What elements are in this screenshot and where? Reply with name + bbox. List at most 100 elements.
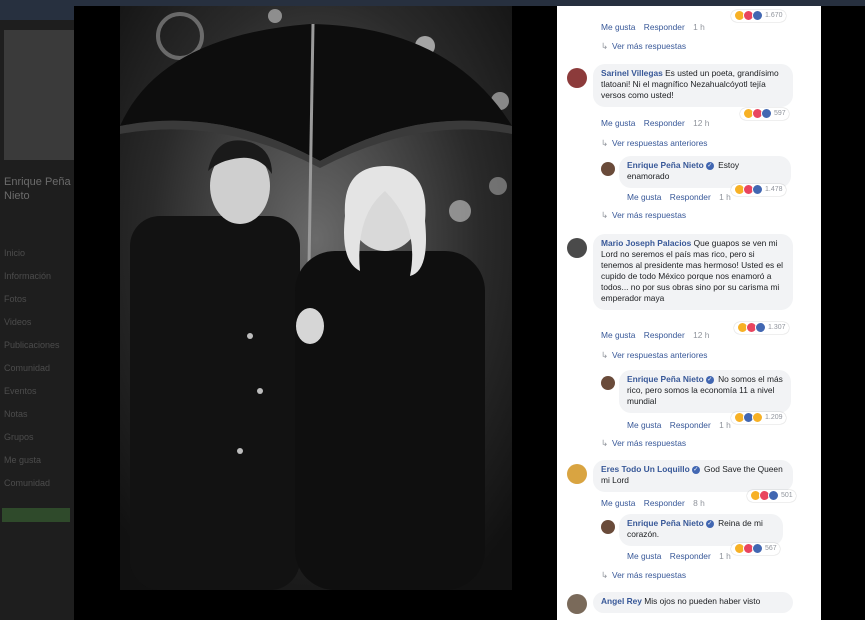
comment-bubble: Angel Rey Mis ojos no pueden haber visto <box>593 592 793 613</box>
like-link[interactable]: Me gusta <box>601 498 635 508</box>
reaction-number: 1.307 <box>768 324 786 332</box>
comment-actions: Me gusta Responder 1 h <box>627 551 737 561</box>
reaction-count[interactable]: 1.209 <box>731 412 786 424</box>
background-nav: Inicio Información Fotos Videos Publicac… <box>4 242 70 495</box>
comment-actions: Me gusta Responder 1 h <box>627 192 737 202</box>
comments-panel: Me gusta Responder 1 h 1.670 ↳ Ver más re… <box>557 6 821 620</box>
avatar[interactable] <box>567 594 587 614</box>
reaction-number: 1.478 <box>765 186 783 194</box>
comment-author[interactable]: Enrique Peña Nieto <box>627 518 704 528</box>
like-link[interactable]: Me gusta <box>627 420 661 430</box>
wow-icon <box>752 412 763 423</box>
reaction-number: 567 <box>765 545 777 553</box>
previous-replies-label: Ver respuestas anteriores <box>612 138 708 148</box>
avatar[interactable] <box>601 376 615 390</box>
verified-badge-icon: ✓ <box>705 375 714 384</box>
reaction-count[interactable]: 1.670 <box>731 10 786 22</box>
like-icon <box>761 108 772 119</box>
background-nav-item: Notas <box>4 409 28 419</box>
more-replies-link[interactable]: ↳ Ver más respuestas <box>601 438 686 448</box>
comment-time: 1 h <box>719 420 731 430</box>
background-nav-item: Fotos <box>4 294 27 304</box>
reaction-count[interactable]: 1.478 <box>731 184 786 196</box>
background-nav-item: Información <box>4 271 52 281</box>
reaction-count[interactable]: 501 <box>747 490 796 502</box>
avatar[interactable] <box>601 162 615 176</box>
like-link[interactable]: Me gusta <box>627 551 661 561</box>
reply-arrow-icon: ↳ <box>601 210 609 220</box>
background-nav-item: Comunidad <box>4 363 51 373</box>
comment-actions: Me gusta Responder 8 h <box>601 498 711 508</box>
background-nav-item: Publicaciones <box>4 340 60 350</box>
comment-time: 8 h <box>693 498 705 508</box>
comment-author[interactable]: Mario Joseph Palacios <box>601 238 691 248</box>
verified-badge-icon: ✓ <box>705 161 714 170</box>
background-nav-item: Me gusta <box>4 455 42 465</box>
comment-author[interactable]: Enrique Peña Nieto <box>627 160 704 170</box>
comment-bubble: Eres Todo Un Loquillo ✓ God Save the Quee… <box>593 460 793 492</box>
avatar[interactable] <box>567 238 587 258</box>
more-replies-link[interactable]: ↳ Ver más respuestas <box>601 210 686 220</box>
comment-bubble: Enrique Peña Nieto ✓ No somos el más rico… <box>619 370 791 413</box>
background-page-title: Enrique Peña Nieto <box>4 176 71 202</box>
reaction-count[interactable]: 1.307 <box>734 322 789 334</box>
reply-arrow-icon: ↳ <box>601 438 609 448</box>
reply-link[interactable]: Responder <box>644 330 685 340</box>
background-nav-item: Eventos <box>4 386 37 396</box>
right-margin <box>821 6 865 620</box>
reaction-count[interactable]: 597 <box>740 108 789 120</box>
reply-link[interactable]: Responder <box>644 118 685 128</box>
more-replies-link[interactable]: ↳ Ver más respuestas <box>601 570 686 580</box>
more-replies-label: Ver más respuestas <box>612 438 687 448</box>
more-replies-link[interactable]: ↳ Ver más respuestas <box>601 41 686 51</box>
reply-link[interactable]: Responder <box>644 498 685 508</box>
comment-author[interactable]: Sarinel Villegas <box>601 68 663 78</box>
reply-link[interactable]: Responder <box>670 551 711 561</box>
background-nav-item: Comunidad <box>4 478 51 488</box>
comment-time: 12 h <box>693 330 710 340</box>
comment-time: 1 h <box>693 22 705 32</box>
reply-arrow-icon: ↳ <box>601 350 609 360</box>
reply-link[interactable]: Responder <box>644 22 685 32</box>
comment-time: 12 h <box>693 118 710 128</box>
comment-author[interactable]: Enrique Peña Nieto <box>627 374 704 384</box>
comment-author[interactable]: Eres Todo Un Loquillo <box>601 464 690 474</box>
avatar[interactable] <box>567 68 587 88</box>
like-link[interactable]: Me gusta <box>601 22 635 32</box>
reaction-number: 1.670 <box>765 12 783 20</box>
background-nav-item: Grupos <box>4 432 34 442</box>
more-replies-label: Ver más respuestas <box>612 210 687 220</box>
comment-actions: Me gusta Responder 1 h <box>627 420 737 430</box>
reply-arrow-icon: ↳ <box>601 138 609 148</box>
reaction-number: 501 <box>781 492 793 500</box>
more-replies-label: Ver más respuestas <box>612 570 687 580</box>
more-replies-label: Ver más respuestas <box>612 41 687 51</box>
comment-bubble: Mario Joseph Palacios Que guapos se ven … <box>593 234 793 310</box>
verified-badge-icon: ✓ <box>705 519 714 528</box>
reply-link[interactable]: Responder <box>670 192 711 202</box>
comment-actions: Me gusta Responder 12 h <box>601 118 715 128</box>
reaction-number: 1.209 <box>765 414 783 422</box>
reaction-count[interactable]: 567 <box>731 543 780 555</box>
comment-author[interactable]: Angel Rey <box>601 596 642 606</box>
avatar[interactable] <box>567 464 587 484</box>
like-link[interactable]: Me gusta <box>627 192 661 202</box>
reply-link[interactable]: Responder <box>670 420 711 430</box>
comment-bubble: Sarinel Villegas Es usted un poeta, gran… <box>593 64 793 107</box>
verified-badge-icon: ✓ <box>691 465 700 474</box>
comment-bubble: Enrique Peña Nieto ✓ Reina de mi corazón. <box>619 514 783 546</box>
comment-time: 1 h <box>719 192 731 202</box>
reply-arrow-icon: ↳ <box>601 41 609 51</box>
photo[interactable] <box>120 6 512 590</box>
like-link[interactable]: Me gusta <box>601 330 635 340</box>
comment-actions: Me gusta Responder 12 h <box>601 330 715 340</box>
previous-replies-link[interactable]: ↳ Ver respuestas anteriores <box>601 350 707 360</box>
reaction-number: 597 <box>774 110 786 118</box>
like-link[interactable]: Me gusta <box>601 118 635 128</box>
couple-umbrella-photo <box>120 6 512 590</box>
avatar[interactable] <box>601 520 615 534</box>
previous-replies-link[interactable]: ↳ Ver respuestas anteriores <box>601 138 707 148</box>
reply-arrow-icon: ↳ <box>601 570 609 580</box>
like-icon <box>768 490 779 501</box>
like-icon <box>752 543 763 554</box>
